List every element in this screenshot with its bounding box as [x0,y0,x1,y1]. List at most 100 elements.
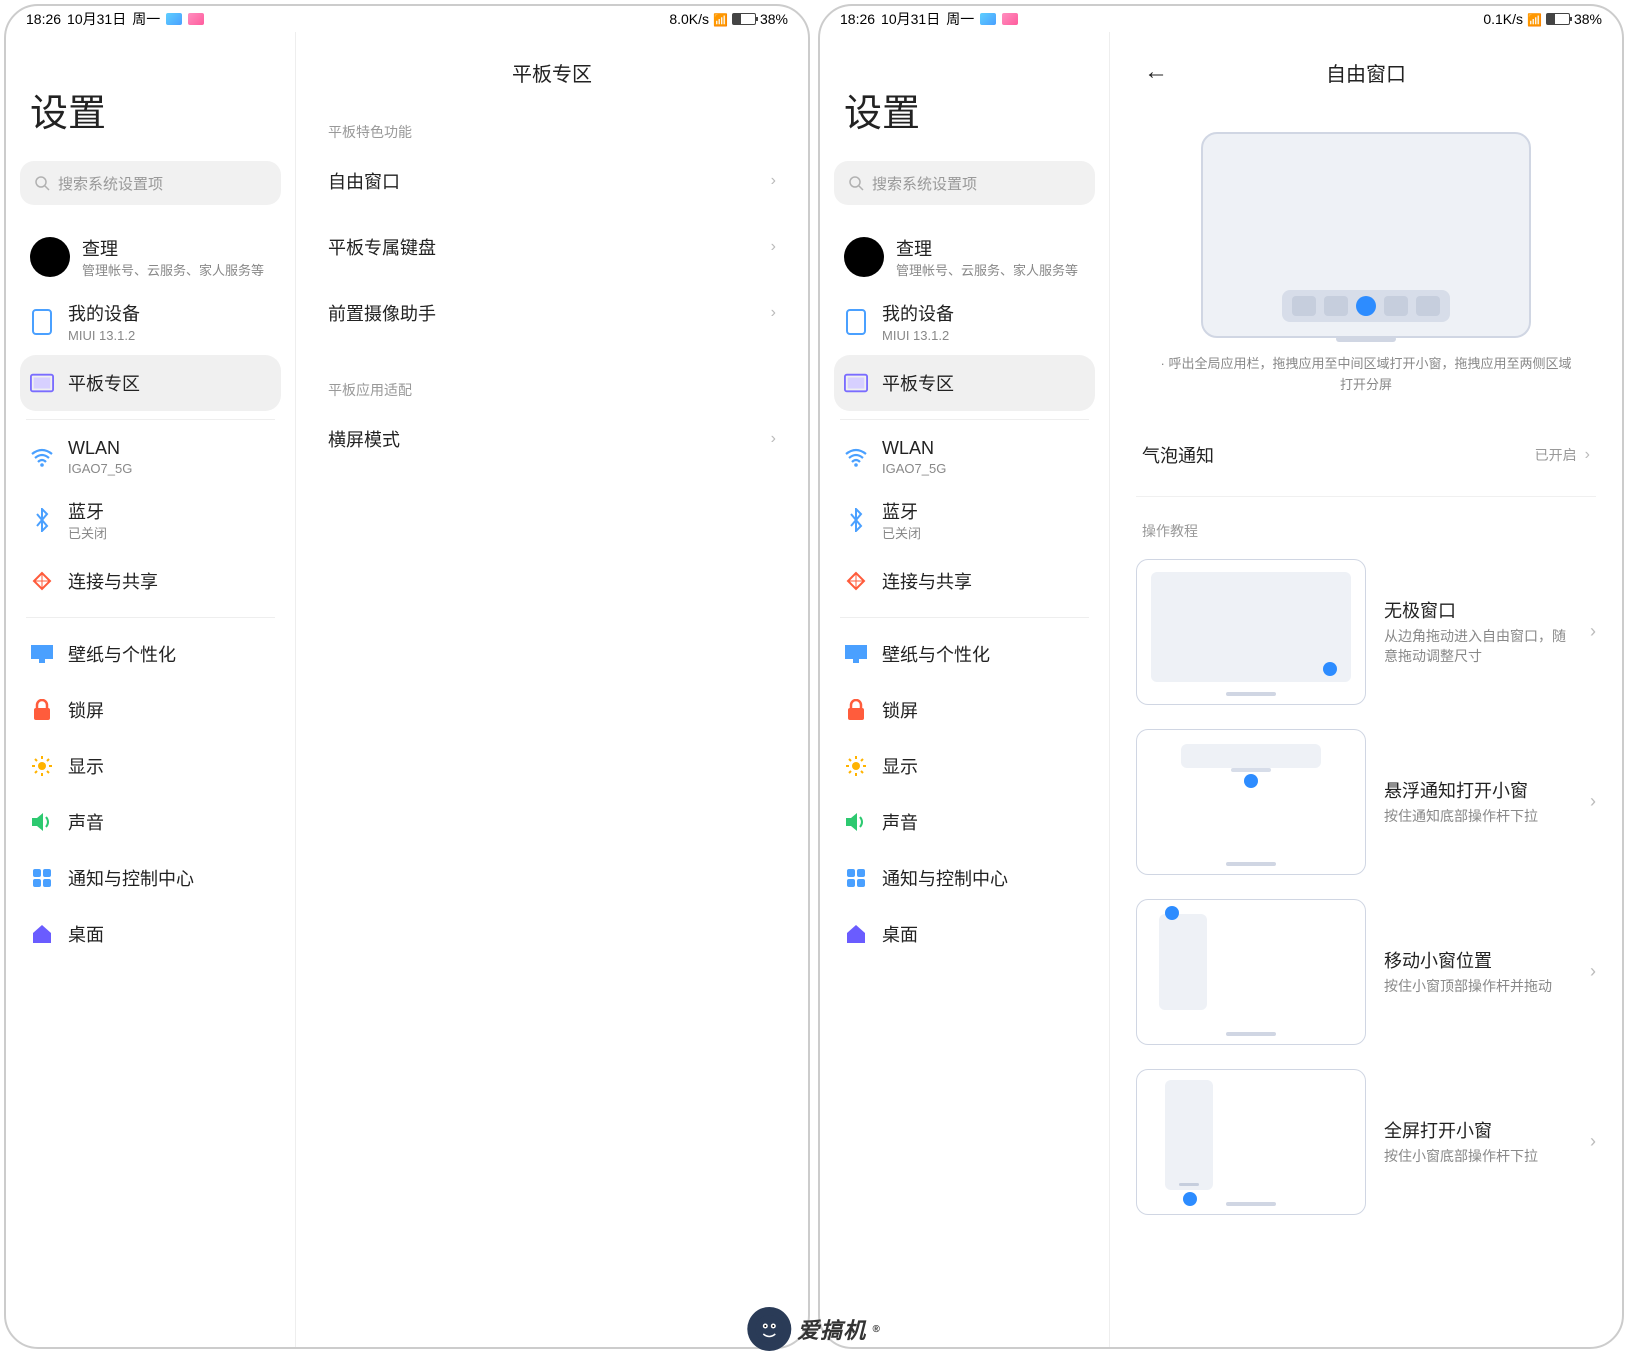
search-input[interactable]: 搜索系统设置项 [20,161,281,205]
share-icon [30,569,54,593]
sidebar-item-account[interactable]: 查理 管理帐号、云服务、家人服务等 [20,225,281,290]
content-tablet-zone: 平板专区 平板特色功能 自由窗口 › 平板专属键盘 › 前置摄像助手 › 平板应… [296,32,808,1347]
sidebar-item-device[interactable]: 我的设备MIUI 13.1.2 [834,290,1095,355]
status-net-speed: 8.0K/s [669,11,709,27]
device-icon [30,310,54,334]
wifi-icon [844,446,868,470]
sidebar-item-sound[interactable]: 声音 [834,794,1095,850]
status-time: 18:26 [26,11,61,27]
status-app-icon-1 [166,13,182,25]
tutorial-thumb [1136,729,1366,875]
row-bubble-notification[interactable]: 气泡通知 已开启 › [1136,422,1596,488]
sidebar-item-display[interactable]: 显示 [834,738,1095,794]
bt-title: 蓝牙 [68,498,107,524]
wallpaper-icon [844,642,868,666]
sidebar-item-tablet-zone[interactable]: 平板专区 [20,355,281,411]
battery-icon [732,13,756,25]
wifi-icon [713,11,728,27]
row-landscape-mode[interactable]: 横屏模式 › [322,406,782,472]
status-battery-pct: 38% [760,11,788,27]
sound-title: 声音 [68,809,104,835]
settings-title: 设置 [834,32,1095,161]
lock-title: 锁屏 [68,697,104,723]
section-label-features: 平板特色功能 [322,102,782,148]
sidebar-item-share[interactable]: 连接与共享 [834,553,1095,609]
row-tablet-keyboard[interactable]: 平板专属键盘 › [322,214,782,280]
wlan-sub: IGAO7_5G [68,461,132,478]
tutorial-infinite-window[interactable]: 无极窗口 从边角拖动进入自由窗口，随意拖动调整尺寸 › [1136,547,1596,717]
chevron-right-icon: › [1590,961,1596,982]
bluetooth-icon [844,508,868,532]
watermark: 爱搞机® [747,1307,880,1351]
lock-icon [30,698,54,722]
status-date: 10月31日 [881,9,940,29]
status-date: 10月31日 [67,9,126,29]
sidebar-item-account[interactable]: 查理 管理帐号、云服务、家人服务等 [834,225,1095,290]
share-icon [844,569,868,593]
search-input[interactable]: 搜索系统设置项 [834,161,1095,205]
sidebar-item-tablet-zone[interactable]: 平板专区 [834,355,1095,411]
home-icon [844,922,868,946]
tablet-title: 平板专区 [68,370,140,396]
status-bar: 18:26 10月31日 周一 8.0K/s 38% [6,6,808,32]
sidebar-item-bluetooth[interactable]: 蓝牙 已关闭 [20,488,281,553]
sidebar-item-wallpaper[interactable]: 壁纸与个性化 [20,626,281,682]
bluetooth-icon [30,508,54,532]
sidebar-item-wlan[interactable]: WLANIGAO7_5G [834,428,1095,488]
device-left: 18:26 10月31日 周一 8.0K/s 38% 设置 搜索系统设置项 [4,4,810,1349]
status-app-icon-1 [980,13,996,25]
divider [26,617,275,618]
tutorial-float-notification[interactable]: 悬浮通知打开小窗 按住通知底部操作杆下拉 › [1136,717,1596,887]
sidebar-item-lock[interactable]: 锁屏 [834,682,1095,738]
row-front-camera-assist[interactable]: 前置摄像助手 › [322,280,782,346]
watermark-logo-icon [747,1307,791,1351]
tutorial-move-window[interactable]: 移动小窗位置 按住小窗顶部操作杆并拖动 › [1136,887,1596,1057]
sidebar-item-wlan[interactable]: WLAN IGAO7_5G [20,428,281,488]
wifi-icon [30,446,54,470]
tablet-icon [30,371,54,395]
chevron-right-icon: › [1590,1131,1596,1152]
device-sub: MIUI 13.1.2 [68,328,140,345]
search-icon [848,175,864,191]
sidebar-item-display[interactable]: 显示 [20,738,281,794]
row-free-window[interactable]: 自由窗口 › [322,148,782,214]
chevron-right-icon: › [771,430,776,448]
search-placeholder: 搜索系统设置项 [872,173,977,194]
chevron-right-icon: › [771,172,776,190]
section-label-tutorial: 操作教程 [1136,501,1596,547]
wlan-title: WLAN [68,438,132,459]
sidebar-item-lock[interactable]: 锁屏 [20,682,281,738]
sidebar-item-share[interactable]: 连接与共享 [20,553,281,609]
settings-sidebar: 设置 搜索系统设置项 查理 管理帐号、云服务、家人服务等 我的设备MIUI 13… [820,32,1110,1347]
device-right: 18:26 10月31日 周一 0.1K/s 38% 设置 搜索系统设置项 [818,4,1624,1349]
brightness-icon [844,754,868,778]
status-time: 18:26 [840,11,875,27]
illustration-dock [1201,132,1531,338]
back-button[interactable]: ← [1136,50,1176,94]
search-icon [34,175,50,191]
sidebar-item-wallpaper[interactable]: 壁纸与个性化 [834,626,1095,682]
status-battery-pct: 38% [1574,11,1602,27]
device-title: 我的设备 [68,300,140,326]
share-title: 连接与共享 [68,568,158,594]
sidebar-item-home[interactable]: 桌面 [20,906,281,962]
status-bar: 18:26 10月31日 周一 0.1K/s 38% [820,6,1622,32]
control-center-icon [844,866,868,890]
tutorial-fullscreen-window[interactable]: 全屏打开小窗 按住小窗底部操作杆下拉 › [1136,1057,1596,1215]
sidebar-item-sound[interactable]: 声音 [20,794,281,850]
sidebar-item-device[interactable]: 我的设备 MIUI 13.1.2 [20,290,281,355]
battery-icon [1546,13,1570,25]
display-title: 显示 [68,753,104,779]
sidebar-item-notifications[interactable]: 通知与控制中心 [20,850,281,906]
sidebar-item-home[interactable]: 桌面 [834,906,1095,962]
device-icon [844,310,868,334]
content-free-window: ← 自由窗口 · 呼出全局应用栏，拖拽应用至中间区域打开小窗，拖拽应用至两侧区域… [1110,32,1622,1347]
sound-icon [30,810,54,834]
tutorial-thumb [1136,899,1366,1045]
control-center-icon [30,866,54,890]
sidebar-item-bluetooth[interactable]: 蓝牙已关闭 [834,488,1095,553]
chevron-right-icon: › [771,304,776,322]
sidebar-item-notifications[interactable]: 通知与控制中心 [834,850,1095,906]
brightness-icon [30,754,54,778]
status-net-speed: 0.1K/s [1483,11,1523,27]
